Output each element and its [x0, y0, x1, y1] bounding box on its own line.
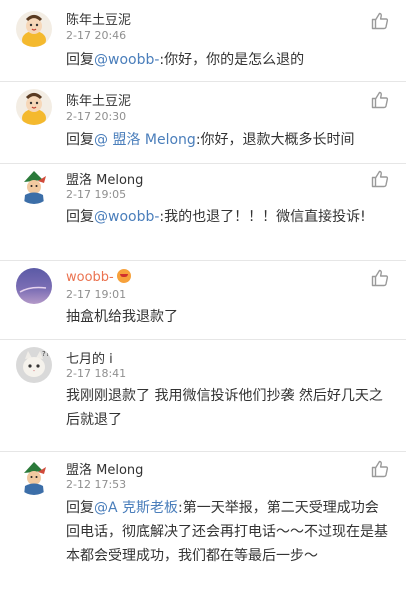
- comment-body: 抽盒机给我退款了: [66, 309, 178, 325]
- avatar[interactable]: [16, 168, 52, 204]
- comment-text: 回复@ 盟洛 Melong:你好，退款大概多长时间: [66, 128, 388, 152]
- comment-item: woobb- 2-17 19:01 抽盒机给我退款了: [0, 261, 406, 340]
- thumbs-up-icon: [371, 460, 389, 478]
- like-button[interactable]: [370, 459, 390, 479]
- like-button[interactable]: [370, 90, 390, 110]
- username-text: woobb-: [66, 270, 114, 285]
- comment-item: 陈年土豆泥 2-17 20:30 回复@ 盟洛 Melong:你好，退款大概多长…: [0, 82, 406, 164]
- username[interactable]: woobb-: [66, 269, 131, 285]
- comment-body: :我的也退了！！！微信直接投诉!: [159, 209, 366, 225]
- comment-body: :你好，退款大概多长时间: [195, 132, 355, 148]
- mention-link[interactable]: @woobb-: [94, 52, 159, 68]
- mention-link[interactable]: @ 盟洛 Melong: [94, 132, 196, 148]
- thumbs-up-icon: [371, 170, 389, 188]
- svg-text:??: ??: [42, 350, 50, 358]
- comment-text: 抽盒机给我退款了: [66, 305, 388, 329]
- comment-item: 陈年土豆泥 2-17 20:46 回复@woobb-:你好，你的是怎么退的: [0, 0, 406, 82]
- comment-body: :你好，你的是怎么退的: [159, 52, 305, 68]
- like-button[interactable]: [370, 268, 390, 288]
- comment-item: 盟洛 Melong 2-17 19:05 回复@woobb-:我的也退了！！！微…: [0, 164, 406, 261]
- like-button[interactable]: [370, 169, 390, 189]
- timestamp: 2-17 19:05: [66, 188, 127, 201]
- username[interactable]: 盟洛 Melong: [66, 169, 143, 188]
- like-button[interactable]: [370, 11, 390, 31]
- avatar[interactable]: [16, 459, 52, 495]
- timestamp: 2-17 20:46: [66, 29, 127, 42]
- comment-text: 回复@woobb-:你好，你的是怎么退的: [66, 48, 388, 72]
- purple-sky-icon: [16, 268, 52, 304]
- thumbs-up-icon: [371, 269, 389, 287]
- username[interactable]: 陈年土豆泥: [66, 90, 131, 109]
- username[interactable]: 陈年土豆泥: [66, 9, 131, 28]
- kitten-icon: ??: [16, 347, 52, 383]
- reply-prefix: 回复: [66, 209, 94, 225]
- comment-text: 回复@woobb-:我的也退了！！！微信直接投诉!: [66, 205, 388, 229]
- avatar[interactable]: [16, 89, 52, 125]
- emoji-badge-icon: [116, 269, 131, 283]
- username[interactable]: 七月的 i: [66, 348, 113, 367]
- cartoon-character-icon: [16, 459, 52, 495]
- reply-prefix: 回复: [66, 500, 94, 516]
- comment-item: 盟洛 Melong 2-12 17:53 回复@A 克斯老板:第一天举报，第二天…: [0, 452, 406, 600]
- comment-body: 我刚刚退款了 我用微信投诉他们抄袭 然后好几天之后就退了: [66, 388, 383, 428]
- mention-link[interactable]: @woobb-: [94, 209, 159, 225]
- timestamp: 2-17 18:41: [66, 367, 127, 380]
- chick-icon: [16, 89, 52, 125]
- timestamp: 2-12 17:53: [66, 478, 127, 491]
- avatar[interactable]: [16, 11, 52, 47]
- username[interactable]: 盟洛 Melong: [66, 459, 143, 478]
- thumbs-up-icon: [371, 12, 389, 30]
- avatar[interactable]: [16, 268, 52, 304]
- comment-item: ?? 七月的 i 2-17 18:41 我刚刚退款了 我用微信投诉他们抄袭 然后…: [0, 340, 406, 452]
- avatar[interactable]: ??: [16, 347, 52, 383]
- timestamp: 2-17 20:30: [66, 110, 127, 123]
- comment-text: 我刚刚退款了 我用微信投诉他们抄袭 然后好几天之后就退了: [66, 384, 388, 432]
- reply-prefix: 回复: [66, 132, 94, 148]
- timestamp: 2-17 19:01: [66, 288, 127, 301]
- chick-icon: [16, 11, 52, 47]
- thumbs-up-icon: [371, 91, 389, 109]
- reply-prefix: 回复: [66, 52, 94, 68]
- cartoon-character-icon: [16, 168, 52, 204]
- comment-text: 回复@A 克斯老板:第一天举报，第二天受理成功会回电话，彻底解决了还会再打电话～…: [66, 496, 388, 568]
- mention-link[interactable]: @A 克斯老板: [94, 500, 178, 516]
